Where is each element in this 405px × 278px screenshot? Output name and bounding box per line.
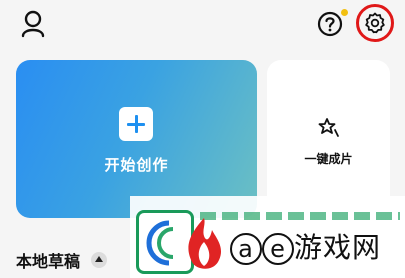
local-drafts-title: 本地草稿 [16,252,81,271]
watermark-overlay: a e 游戏网 [130,196,405,278]
notification-dot [341,9,348,16]
sort-up-icon[interactable] [91,252,108,268]
watermark-cn-text: 游戏网 [294,231,382,264]
settings-button[interactable] [356,4,394,42]
watermark-strip [200,212,400,220]
plus-icon [119,107,153,141]
sparkle-star-icon [318,118,339,137]
gear-icon [365,12,385,34]
one-click-video-card[interactable]: 一键成片 [267,60,390,218]
profile-icon[interactable] [20,10,46,38]
flame-icon [188,218,222,269]
local-drafts-header[interactable]: 本地草稿 [16,248,108,271]
watermark-letter-a: a [230,233,262,265]
one-click-video-label: 一键成片 [304,152,353,166]
top-bar [0,0,405,48]
watermark-letter-e: e [262,233,294,265]
start-creating-card[interactable]: 开始创作 [16,60,257,218]
start-creating-label: 开始创作 [104,156,169,174]
watermark-text: a e 游戏网 [230,226,381,266]
